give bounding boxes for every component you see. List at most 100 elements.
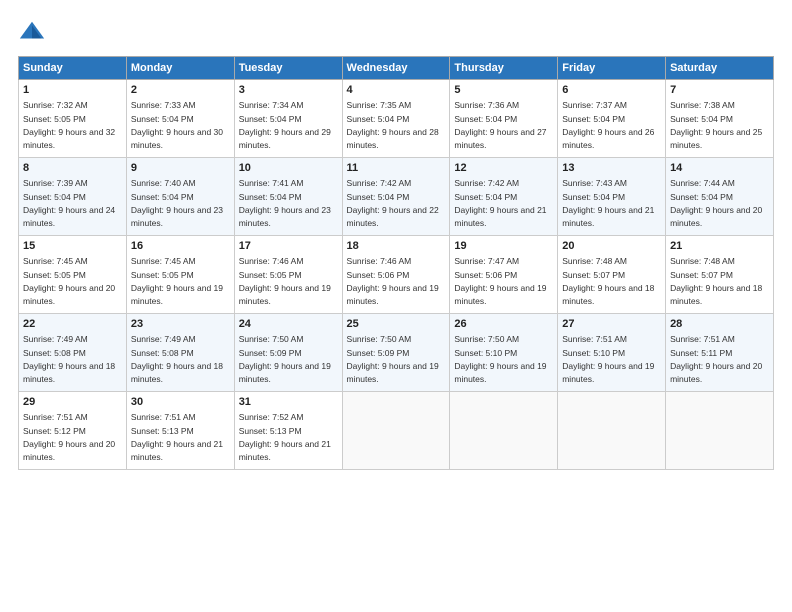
calendar-cell: 15 Sunrise: 7:45 AMSunset: 5:05 PMDayligh… <box>19 236 127 314</box>
day-info: Sunrise: 7:50 AMSunset: 5:09 PMDaylight:… <box>239 334 331 384</box>
day-number: 13 <box>562 161 661 176</box>
day-number: 3 <box>239 83 338 98</box>
day-number: 20 <box>562 239 661 254</box>
calendar-cell: 2Sunrise: 7:33 AMSunset: 5:04 PMDaylight… <box>126 80 234 158</box>
calendar-cell: 18Sunrise: 7:46 AMSunset: 5:06 PMDayligh… <box>342 236 450 314</box>
calendar-cell: 26 Sunrise: 7:50 AMSunset: 5:10 PMDayligh… <box>450 314 558 392</box>
day-number: 6 <box>562 83 661 98</box>
calendar-cell: 4 Sunrise: 7:35 AMSunset: 5:04 PMDaylight… <box>342 80 450 158</box>
day-info: Sunrise: 7:44 AMSunset: 5:04 PMDaylight:… <box>670 178 762 228</box>
day-number: 9 <box>131 161 230 176</box>
day-number: 19 <box>454 239 553 254</box>
day-info: Sunrise: 7:51 AMSunset: 5:13 PMDaylight:… <box>131 412 223 462</box>
day-info: Sunrise: 7:35 AMSunset: 5:04 PMDaylight:… <box>347 100 439 150</box>
day-number: 14 <box>670 161 769 176</box>
day-number: 27 <box>562 317 661 332</box>
day-number: 18 <box>347 239 446 254</box>
day-info: Sunrise: 7:45 AMSunset: 5:05 PMDaylight:… <box>23 256 115 306</box>
day-info: Sunrise: 7:43 AMSunset: 5:04 PMDaylight:… <box>562 178 654 228</box>
day-info: Sunrise: 7:48 AMSunset: 5:07 PMDaylight:… <box>670 256 762 306</box>
calendar-cell: 5 Sunrise: 7:36 AMSunset: 5:04 PMDaylight… <box>450 80 558 158</box>
day-number: 7 <box>670 83 769 98</box>
day-info: Sunrise: 7:40 AMSunset: 5:04 PMDaylight:… <box>131 178 223 228</box>
week-row-1: 1Sunrise: 7:32 AMSunset: 5:05 PMDaylight… <box>19 80 774 158</box>
logo <box>18 18 50 46</box>
calendar-cell: 25Sunrise: 7:50 AMSunset: 5:09 PMDayligh… <box>342 314 450 392</box>
week-row-3: 15 Sunrise: 7:45 AMSunset: 5:05 PMDayligh… <box>19 236 774 314</box>
day-info: Sunrise: 7:51 AMSunset: 5:10 PMDaylight:… <box>562 334 654 384</box>
day-info: Sunrise: 7:41 AMSunset: 5:04 PMDaylight:… <box>239 178 331 228</box>
day-info: Sunrise: 7:42 AMSunset: 5:04 PMDaylight:… <box>347 178 439 228</box>
page: SundayMondayTuesdayWednesdayThursdayFrid… <box>0 0 792 612</box>
week-row-5: 29 Sunrise: 7:51 AMSunset: 5:12 PMDayligh… <box>19 392 774 470</box>
day-number: 28 <box>670 317 769 332</box>
day-info: Sunrise: 7:50 AMSunset: 5:10 PMDaylight:… <box>454 334 546 384</box>
calendar-cell <box>666 392 774 470</box>
calendar-cell: 31Sunrise: 7:52 AMSunset: 5:13 PMDayligh… <box>234 392 342 470</box>
calendar-table: SundayMondayTuesdayWednesdayThursdayFrid… <box>18 56 774 470</box>
calendar-cell <box>558 392 666 470</box>
calendar-cell: 23 Sunrise: 7:49 AMSunset: 5:08 PMDayligh… <box>126 314 234 392</box>
calendar-cell: 9 Sunrise: 7:40 AMSunset: 5:04 PMDaylight… <box>126 158 234 236</box>
calendar-cell: 29 Sunrise: 7:51 AMSunset: 5:12 PMDayligh… <box>19 392 127 470</box>
calendar-cell: 11 Sunrise: 7:42 AMSunset: 5:04 PMDayligh… <box>342 158 450 236</box>
header <box>18 18 774 46</box>
calendar-cell: 3 Sunrise: 7:34 AMSunset: 5:04 PMDaylight… <box>234 80 342 158</box>
calendar-cell: 10Sunrise: 7:41 AMSunset: 5:04 PMDayligh… <box>234 158 342 236</box>
day-number: 12 <box>454 161 553 176</box>
day-number: 30 <box>131 395 230 410</box>
day-number: 24 <box>239 317 338 332</box>
calendar-cell: 16 Sunrise: 7:45 AMSunset: 5:05 PMDayligh… <box>126 236 234 314</box>
day-info: Sunrise: 7:34 AMSunset: 5:04 PMDaylight:… <box>239 100 331 150</box>
calendar-cell: 30 Sunrise: 7:51 AMSunset: 5:13 PMDayligh… <box>126 392 234 470</box>
calendar-cell: 21 Sunrise: 7:48 AMSunset: 5:07 PMDayligh… <box>666 236 774 314</box>
day-info: Sunrise: 7:51 AMSunset: 5:12 PMDaylight:… <box>23 412 115 462</box>
weekday-header-wednesday: Wednesday <box>342 57 450 80</box>
day-info: Sunrise: 7:46 AMSunset: 5:05 PMDaylight:… <box>239 256 331 306</box>
calendar-cell: 19 Sunrise: 7:47 AMSunset: 5:06 PMDayligh… <box>450 236 558 314</box>
day-info: Sunrise: 7:33 AMSunset: 5:04 PMDaylight:… <box>131 100 223 150</box>
day-info: Sunrise: 7:47 AMSunset: 5:06 PMDaylight:… <box>454 256 546 306</box>
calendar-cell: 27 Sunrise: 7:51 AMSunset: 5:10 PMDayligh… <box>558 314 666 392</box>
day-info: Sunrise: 7:49 AMSunset: 5:08 PMDaylight:… <box>131 334 223 384</box>
calendar-cell: 20 Sunrise: 7:48 AMSunset: 5:07 PMDayligh… <box>558 236 666 314</box>
calendar-cell <box>342 392 450 470</box>
day-number: 26 <box>454 317 553 332</box>
day-number: 16 <box>131 239 230 254</box>
day-number: 5 <box>454 83 553 98</box>
day-number: 1 <box>23 83 122 98</box>
day-number: 22 <box>23 317 122 332</box>
weekday-header-tuesday: Tuesday <box>234 57 342 80</box>
day-info: Sunrise: 7:42 AMSunset: 5:04 PMDaylight:… <box>454 178 546 228</box>
day-info: Sunrise: 7:52 AMSunset: 5:13 PMDaylight:… <box>239 412 331 462</box>
day-info: Sunrise: 7:45 AMSunset: 5:05 PMDaylight:… <box>131 256 223 306</box>
calendar-cell: 1Sunrise: 7:32 AMSunset: 5:05 PMDaylight… <box>19 80 127 158</box>
day-number: 21 <box>670 239 769 254</box>
day-info: Sunrise: 7:49 AMSunset: 5:08 PMDaylight:… <box>23 334 115 384</box>
calendar-cell: 13 Sunrise: 7:43 AMSunset: 5:04 PMDayligh… <box>558 158 666 236</box>
header-row: SundayMondayTuesdayWednesdayThursdayFrid… <box>19 57 774 80</box>
day-number: 8 <box>23 161 122 176</box>
day-number: 4 <box>347 83 446 98</box>
calendar-cell: 6 Sunrise: 7:37 AMSunset: 5:04 PMDaylight… <box>558 80 666 158</box>
day-number: 17 <box>239 239 338 254</box>
weekday-header-friday: Friday <box>558 57 666 80</box>
weekday-header-saturday: Saturday <box>666 57 774 80</box>
day-number: 15 <box>23 239 122 254</box>
calendar-cell: 14 Sunrise: 7:44 AMSunset: 5:04 PMDayligh… <box>666 158 774 236</box>
day-number: 23 <box>131 317 230 332</box>
day-info: Sunrise: 7:37 AMSunset: 5:04 PMDaylight:… <box>562 100 654 150</box>
day-info: Sunrise: 7:36 AMSunset: 5:04 PMDaylight:… <box>454 100 546 150</box>
calendar-cell: 28Sunrise: 7:51 AMSunset: 5:11 PMDayligh… <box>666 314 774 392</box>
day-number: 29 <box>23 395 122 410</box>
day-number: 11 <box>347 161 446 176</box>
week-row-2: 8 Sunrise: 7:39 AMSunset: 5:04 PMDaylight… <box>19 158 774 236</box>
weekday-header-thursday: Thursday <box>450 57 558 80</box>
day-info: Sunrise: 7:48 AMSunset: 5:07 PMDaylight:… <box>562 256 654 306</box>
logo-icon <box>18 18 46 46</box>
calendar-cell: 24 Sunrise: 7:50 AMSunset: 5:09 PMDayligh… <box>234 314 342 392</box>
day-info: Sunrise: 7:39 AMSunset: 5:04 PMDaylight:… <box>23 178 115 228</box>
day-number: 25 <box>347 317 446 332</box>
calendar-cell: 7Sunrise: 7:38 AMSunset: 5:04 PMDaylight… <box>666 80 774 158</box>
weekday-header-sunday: Sunday <box>19 57 127 80</box>
